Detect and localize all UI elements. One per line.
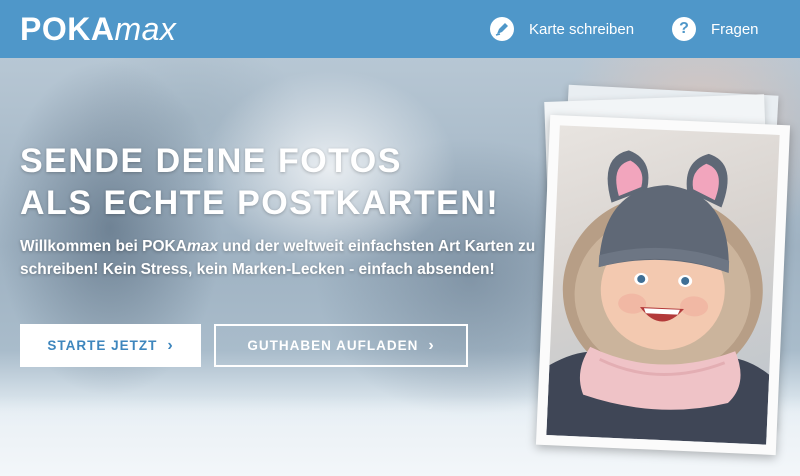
- nav-faq-label: Fragen: [711, 20, 759, 38]
- nav-write-card[interactable]: Karte schreiben: [490, 0, 634, 58]
- nav-faq[interactable]: ? Fragen: [672, 0, 759, 58]
- nav-write-card-label: Karte schreiben: [529, 20, 635, 38]
- top-up-credit-label: GUTHABEN AUFLADEN: [247, 338, 419, 353]
- top-navigation-bar: POKAmax Karte schreiben ? Fragen: [0, 0, 800, 58]
- intro-brand-em: max: [186, 238, 218, 255]
- child-photo: [546, 125, 780, 445]
- headline-line-1: SENDE DEINE FOTOS: [20, 142, 402, 180]
- hero-headline: SENDE DEINE FOTOS ALS ECHTE POSTKARTEN!: [20, 140, 499, 224]
- pokamax-logo[interactable]: POKAmax: [20, 11, 176, 47]
- chevron-right-icon: ›: [428, 336, 435, 354]
- postcard-preview: [535, 114, 791, 456]
- pen-icon: [490, 17, 514, 41]
- headline-line-2: ALS ECHTE POSTKARTEN!: [20, 184, 500, 222]
- start-now-button[interactable]: STARTE JETZT ›: [20, 324, 201, 367]
- top-up-credit-button[interactable]: GUTHABEN AUFLADEN ›: [214, 324, 468, 367]
- question-icon: ?: [672, 17, 696, 41]
- child-photo-illustration: [546, 150, 770, 445]
- start-now-label: STARTE JETZT: [47, 338, 158, 353]
- intro-text-part-1: Willkommen bei POKA: [20, 238, 187, 255]
- logo-text-light: max: [114, 11, 177, 47]
- hero-intro-text: Willkommen bei POKAmax und der weltweit …: [20, 235, 560, 281]
- logo-text-bold: POKA: [20, 11, 115, 47]
- hero-section: SENDE DEINE FOTOS ALS ECHTE POSTKARTEN! …: [0, 58, 800, 476]
- chevron-right-icon: ›: [167, 336, 174, 354]
